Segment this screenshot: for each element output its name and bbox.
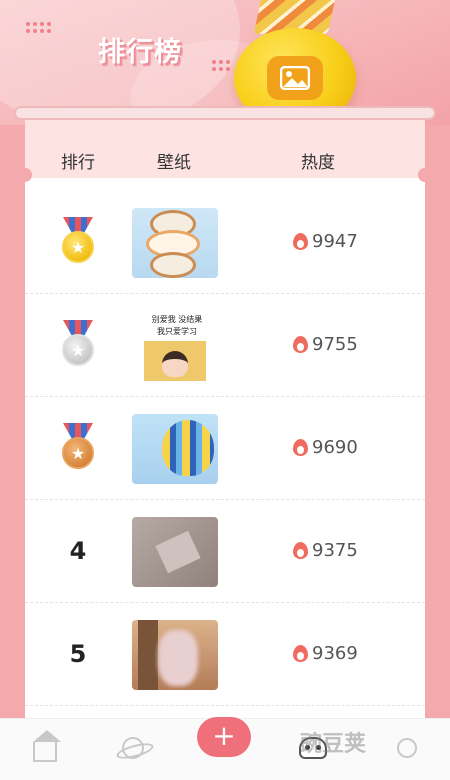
nav-home[interactable]: [30, 730, 61, 763]
nav-discover[interactable]: [118, 733, 148, 763]
heat-cell: 9369: [293, 643, 358, 664]
gold-medal-icon: ★: [59, 217, 97, 267]
user-icon: [397, 738, 417, 758]
heat-value: 9755: [312, 334, 358, 355]
image-icon: [267, 56, 323, 100]
rank-cell: ★: [55, 320, 101, 370]
nav-profile[interactable]: [392, 733, 422, 763]
dots-decoration: [212, 60, 230, 71]
column-wallpaper: 壁纸: [157, 153, 191, 173]
page-title: 排行榜: [98, 37, 182, 68]
wallpaper-thumbnail[interactable]: 别爱我 没结果 我只爱学习: [132, 311, 218, 381]
flame-icon: [293, 439, 308, 456]
heat-value: 9375: [312, 540, 358, 561]
flame-icon: [293, 542, 308, 559]
home-icon: [33, 730, 61, 762]
ranking-board: 排行 壁纸 热度 ★ 9947 ★ 别爱我 没结果 我只爱学习 9755 ★ 9…: [18, 116, 432, 736]
heat-value: 9369: [312, 643, 358, 664]
heat-cell: 9755: [293, 334, 358, 355]
bronze-medal-icon: ★: [59, 423, 97, 473]
table-header: 排行 壁纸 热度: [18, 116, 432, 182]
rank-cell: ★: [55, 423, 101, 473]
table-row[interactable]: ★ 9690: [25, 397, 425, 500]
silver-medal-icon: ★: [59, 320, 97, 370]
flame-icon: [293, 336, 308, 353]
table-row[interactable]: ★ 9947: [25, 191, 425, 294]
wallpaper-thumbnail[interactable]: [132, 620, 218, 690]
heat-value: 9947: [312, 231, 358, 252]
dots-decoration: [26, 22, 51, 33]
table-row[interactable]: 4 9375: [25, 500, 425, 603]
table-row[interactable]: 5 9369: [25, 603, 425, 706]
column-heat: 热度: [301, 153, 335, 173]
flame-icon: [293, 233, 308, 250]
heat-value: 9690: [312, 437, 358, 458]
watermark: 豌豆荚: [300, 732, 367, 757]
thumbnail-caption: 别爱我 没结果 我只爱学习: [151, 315, 203, 336]
column-rank: 排行: [61, 153, 95, 173]
rank-number: 4: [69, 537, 87, 565]
add-button[interactable]: +: [197, 717, 251, 757]
heat-cell: 9947: [293, 231, 358, 252]
planet-icon: [122, 737, 144, 759]
wallpaper-thumbnail[interactable]: [132, 414, 218, 484]
wallpaper-thumbnail[interactable]: [132, 208, 218, 278]
heat-cell: 9375: [293, 540, 358, 561]
rank-cell: ★: [55, 217, 101, 267]
rank-cell: 4: [55, 526, 101, 576]
rank-cell: 5: [55, 629, 101, 679]
flame-icon: [293, 645, 308, 662]
wallpaper-thumbnail[interactable]: [132, 517, 218, 587]
scroll-rod: [14, 106, 436, 120]
table-row[interactable]: ★ 别爱我 没结果 我只爱学习 9755: [25, 294, 425, 397]
bottom-nav: +: [0, 717, 450, 780]
heat-cell: 9690: [293, 437, 358, 458]
rank-number: 5: [69, 640, 87, 668]
